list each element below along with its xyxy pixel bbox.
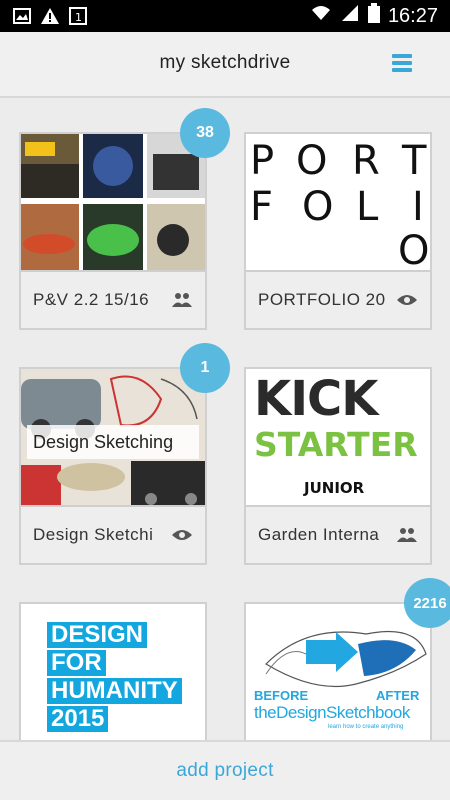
group-icon: [171, 292, 193, 308]
thumbnail-label-box: Design Sketching: [27, 425, 199, 459]
portfolio-letter: O: [398, 228, 430, 270]
project-thumbnail: KICK STARTER JUNIOR: [246, 369, 430, 505]
sim-icon: 1: [68, 7, 88, 25]
group-icon: [396, 527, 418, 543]
portfolio-letter: P: [250, 138, 275, 184]
starter-text: STARTER: [254, 425, 418, 464]
battery-icon: [367, 3, 380, 29]
kick-text: KICK: [254, 371, 378, 427]
portfolio-letter: T: [402, 138, 427, 184]
project-thumbnail: BEFORE AFTER theDesignSketchbook learn h…: [246, 604, 430, 740]
project-name: P&V 2.2 15/16: [33, 290, 150, 309]
project-name: Garden Interna: [258, 525, 380, 544]
eye-icon: [396, 292, 418, 308]
project-card[interactable]: DESIGN FOR HUMANITY 2015: [19, 602, 207, 740]
project-thumbnail: [21, 134, 205, 270]
signal-icon: [340, 4, 360, 28]
design-for-humanity-line: HUMANITY: [47, 678, 182, 704]
design-for-humanity-line: 2015: [47, 706, 109, 732]
sketchbook-text: theDesignSketchbook: [254, 703, 410, 722]
design-for-humanity-line: FOR: [47, 650, 106, 676]
portfolio-letter: I: [412, 184, 424, 230]
after-text: AFTER: [376, 688, 420, 703]
thumbnail-label: Design Sketching: [33, 431, 174, 452]
clock: 16:27: [387, 4, 438, 27]
design-for-humanity-line: DESIGN: [47, 622, 148, 648]
project-footer: PORTFOLIO 20: [246, 270, 430, 328]
project-name: Design Sketchi: [33, 525, 154, 544]
project-card[interactable]: KICK STARTER JUNIOR Garden Interna: [244, 367, 432, 565]
project-footer: P&V 2.2 15/16: [21, 270, 205, 328]
notification-badge: 2216: [404, 578, 450, 628]
notification-badge: 38: [180, 108, 230, 158]
bottom-bar: add project: [0, 740, 450, 800]
before-text: BEFORE: [254, 688, 309, 703]
add-project-button[interactable]: add project: [176, 760, 273, 782]
svg-text:1: 1: [75, 11, 82, 24]
project-footer: Design Sketchi: [21, 505, 205, 563]
project-grid: P&V 2.2 15/16 38 P O R T F O L I O PORTF…: [0, 100, 450, 740]
warning-icon: [40, 7, 60, 25]
app-header: my sketchdrive: [0, 32, 450, 98]
image-icon: [12, 7, 32, 25]
notification-badge: 1: [180, 343, 230, 393]
sketchbook-tagline: learn how to create anything: [328, 724, 404, 730]
hamburger-menu-icon[interactable]: [392, 54, 412, 74]
portfolio-letter: O: [296, 138, 328, 184]
project-name: PORTFOLIO 20: [258, 290, 386, 309]
eye-icon: [171, 527, 193, 543]
project-card[interactable]: BEFORE AFTER theDesignSketchbook learn h…: [244, 602, 432, 740]
project-thumbnail: DESIGN FOR HUMANITY 2015: [21, 604, 205, 740]
portfolio-letter: F: [250, 184, 274, 230]
portfolio-letter: O: [302, 184, 334, 230]
wifi-icon: [310, 4, 332, 28]
junior-text: JUNIOR: [304, 479, 365, 497]
project-footer: Garden Interna: [246, 505, 430, 563]
portfolio-letter: L: [356, 184, 379, 230]
project-thumbnail: P O R T F O L I O: [246, 134, 430, 270]
project-card[interactable]: P O R T F O L I O PORTFOLIO 20: [244, 132, 432, 330]
portfolio-letter: R: [352, 138, 380, 184]
status-bar: 1 16:27: [0, 0, 450, 32]
project-card[interactable]: P&V 2.2 15/16: [19, 132, 207, 330]
project-thumbnail: Design Sketching: [21, 369, 205, 505]
page-title: my sketchdrive: [159, 52, 291, 73]
project-card[interactable]: Design Sketching Design Sketchi: [19, 367, 207, 565]
